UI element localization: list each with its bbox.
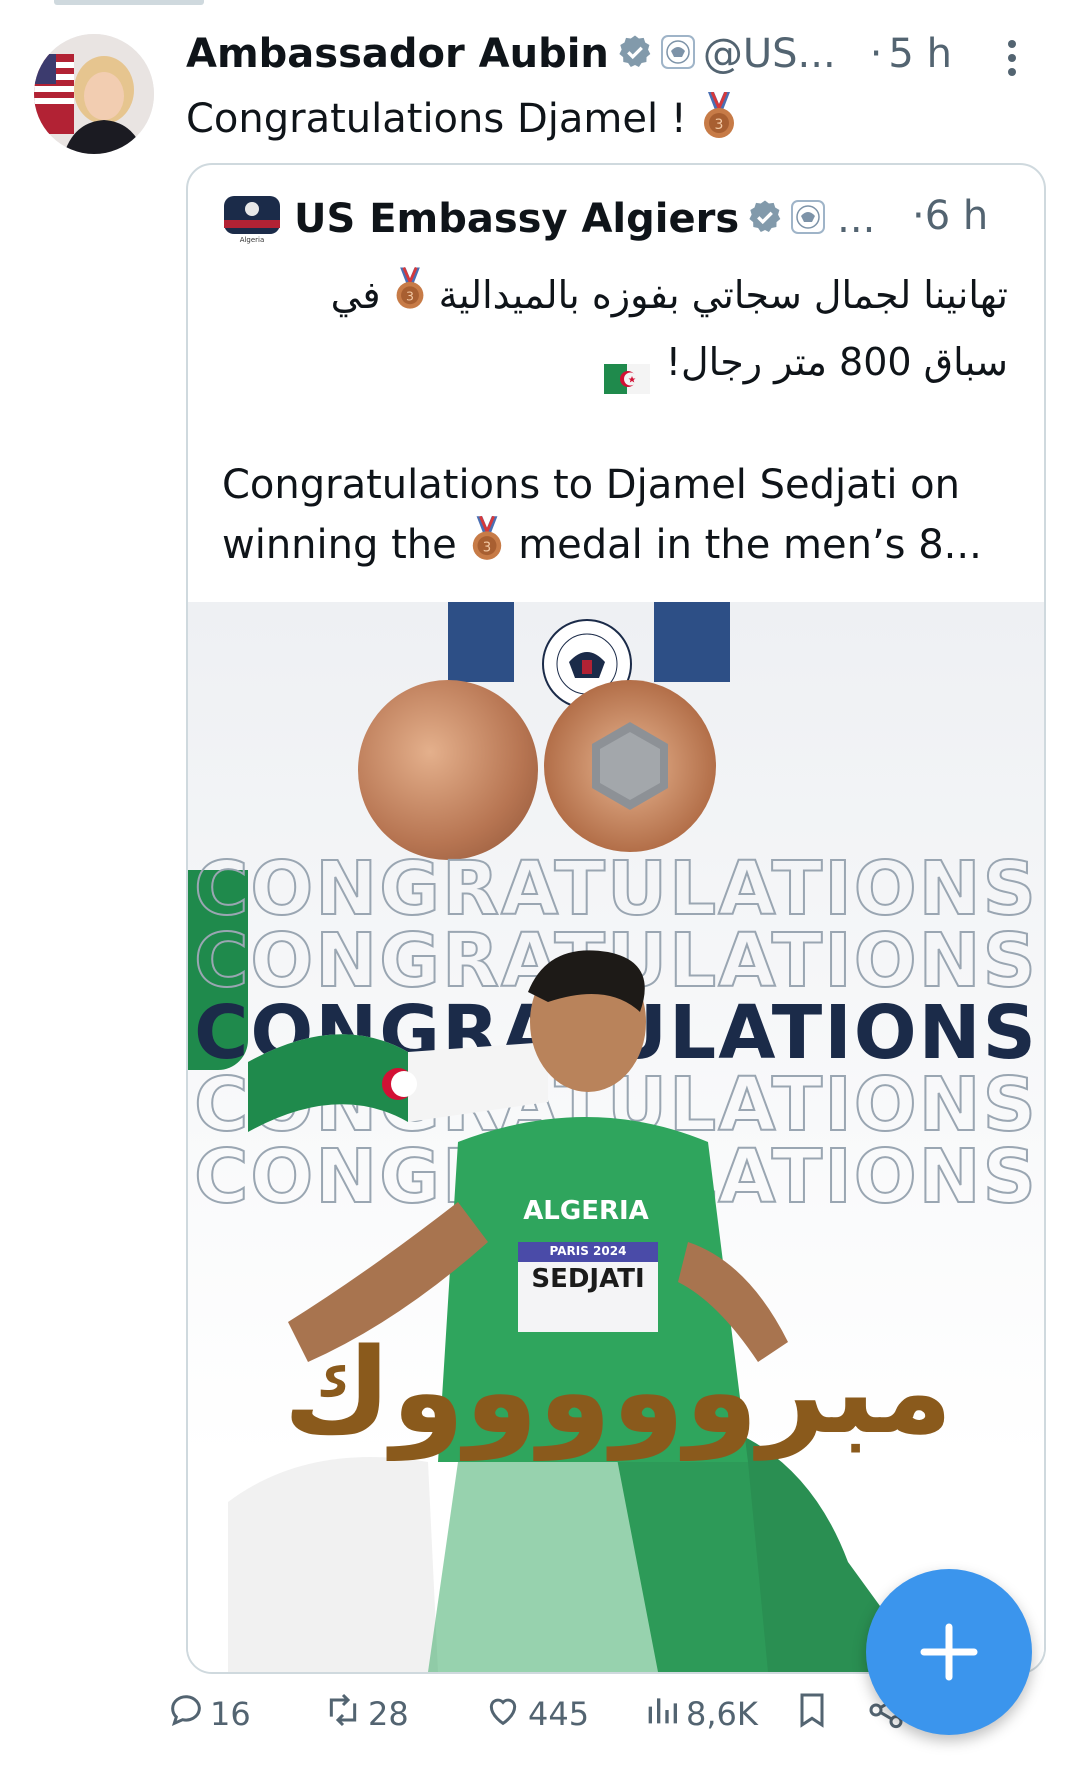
- bronze-medal-icon: 3: [700, 91, 738, 150]
- repost-icon: [322, 1690, 368, 1738]
- top-indicator: [54, 0, 204, 5]
- arabic-line-2-text: سباق 800 متر رجال!: [665, 339, 1008, 384]
- bookmark-icon: [792, 1690, 836, 1738]
- english-line-2: winning the 3 medal in the men’s 8...: [222, 515, 1022, 579]
- bookmark-button[interactable]: [792, 1690, 836, 1738]
- medal-ribbon-right: [654, 602, 730, 682]
- bronze-medal-back-image: [544, 680, 716, 852]
- svg-text:Algeria: Algeria: [240, 236, 265, 244]
- embassy-logo-icon[interactable]: Algeria: [222, 194, 282, 244]
- separator-dot: ·: [912, 193, 925, 239]
- us-seal-icon: [791, 200, 826, 238]
- svg-text:3: 3: [406, 288, 414, 303]
- compose-button[interactable]: [866, 1569, 1032, 1735]
- medal-ribbon-left: [448, 602, 514, 682]
- reply-icon: [166, 1690, 210, 1738]
- tweet-text: Congratulations Djamel ! 3: [186, 91, 738, 150]
- more-vertical-icon[interactable]: [1005, 38, 1019, 78]
- like-count: 445: [528, 1695, 590, 1733]
- bib-top-text: PARIS 2024: [549, 1244, 627, 1258]
- bronze-medal-icon: 3: [393, 266, 427, 330]
- quote-author-name[interactable]: US Embassy Algiers: [294, 196, 739, 242]
- jersey-text: ALGERIA: [523, 1196, 649, 1226]
- reply-count: 16: [210, 1695, 251, 1733]
- quoted-tweet-card[interactable]: Algeria US Embassy Algiers ... ·6 h تهان…: [186, 163, 1046, 1674]
- separator-dot: ·: [869, 31, 883, 77]
- verified-badge-icon: [617, 34, 653, 74]
- english-line-2-a: winning the: [222, 522, 457, 568]
- athlete-photo: [228, 942, 948, 1672]
- like-button[interactable]: 445: [482, 1690, 589, 1738]
- quote-time[interactable]: ·6 h: [912, 193, 988, 239]
- arabic-line-2: سباق 800 متر رجال!: [248, 330, 1008, 394]
- english-line-2-b: medal in the men’s 8...: [518, 522, 982, 568]
- views-count: 8,6K: [686, 1695, 758, 1733]
- arabic-line-1: تهانينا لجمال سجاتي بفوزه بالميدالية 3 ف…: [248, 263, 1008, 330]
- repost-count: 28: [368, 1695, 409, 1733]
- english-line-1: Congratulations to Djamel Sedjati on: [222, 462, 960, 508]
- views-icon: [642, 1690, 686, 1738]
- tweet-text-body: Congratulations Djamel !: [186, 96, 687, 142]
- views-button[interactable]: 8,6K: [642, 1690, 758, 1738]
- author-avatar[interactable]: [34, 34, 154, 154]
- algeria-flag-icon: [603, 349, 650, 394]
- arabic-line-1-text: تهانينا لجمال سجاتي بفوزه بالميدالية: [438, 273, 1008, 317]
- verified-badge-icon: [747, 199, 783, 239]
- arabic-banner-text: مبروووووك: [283, 1322, 953, 1460]
- like-icon: [482, 1690, 528, 1738]
- quote-handle[interactable]: ...: [837, 196, 875, 242]
- us-flag-background: [34, 54, 74, 134]
- quote-header: Algeria US Embassy Algiers ...: [222, 193, 875, 245]
- svg-text:3: 3: [714, 117, 723, 133]
- bronze-medal-icon: 3: [469, 515, 505, 579]
- us-seal-icon: [660, 35, 695, 73]
- repost-button[interactable]: 28: [322, 1690, 409, 1738]
- quote-text-english: Congratulations to Djamel Sedjati on win…: [222, 455, 1022, 579]
- quote-text-arabic: تهانينا لجمال سجاتي بفوزه بالميدالية 3 ف…: [248, 263, 1008, 394]
- tweet-time[interactable]: 5 h: [888, 31, 952, 77]
- arabic-line-1-end: في: [330, 273, 381, 317]
- bib-name-text: SEDJATI: [531, 1264, 645, 1294]
- author-handle[interactable]: @US...: [703, 31, 836, 77]
- attached-image[interactable]: CONGRATULATIONS CONGRATULATIONS CONGRATU…: [188, 602, 1044, 1672]
- tweet-header: Ambassador Aubin @US... · 5 h: [186, 28, 952, 80]
- bronze-medal-front-image: [358, 680, 538, 860]
- author-name[interactable]: Ambassador Aubin: [186, 31, 609, 77]
- reply-button[interactable]: 16: [166, 1690, 251, 1738]
- svg-text:3: 3: [483, 540, 491, 555]
- plus-icon: [866, 1623, 1032, 1739]
- quote-time-value: 6 h: [924, 193, 989, 239]
